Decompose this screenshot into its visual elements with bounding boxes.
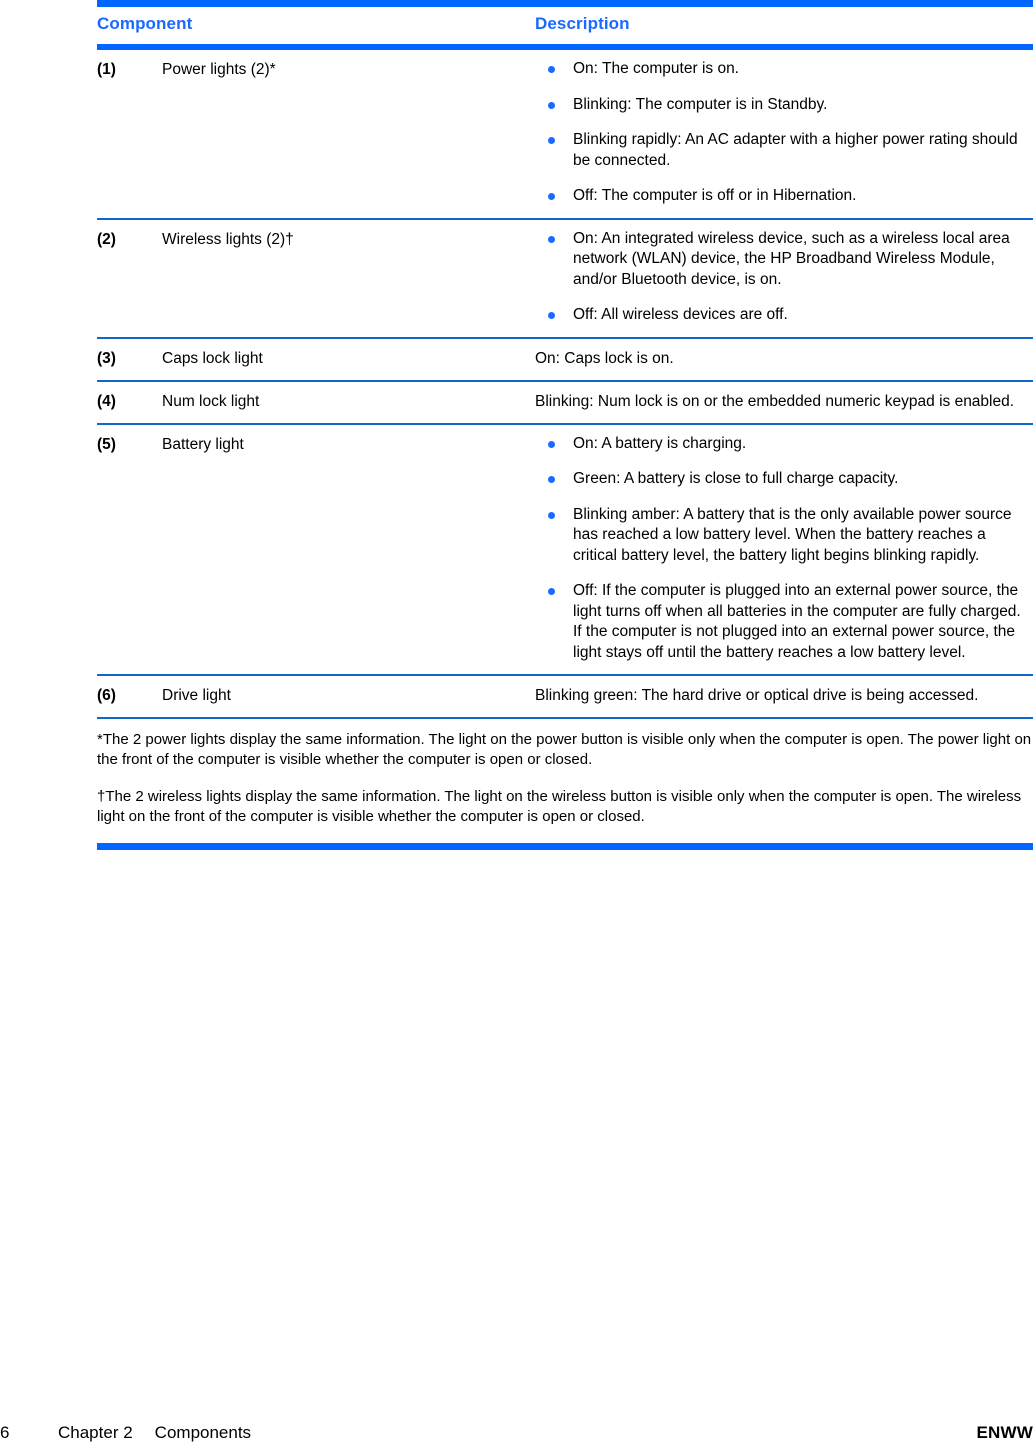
bullet-dot-icon (548, 235, 555, 243)
column-header-component: Component (97, 14, 193, 33)
list-item-text: Off: The computer is off or in Hibernati… (573, 187, 857, 204)
list-item-text: On: An integrated wireless device, such … (573, 229, 1010, 288)
callout-number: (4) (97, 392, 116, 410)
component-label: Power lights (2)* (162, 61, 276, 78)
table-row: (1) Power lights (2)* On: The computer i… (97, 50, 1033, 218)
component-cell: (6) Drive light (97, 685, 535, 706)
list-item: On: A battery is charging. (535, 434, 1033, 455)
page-footer: 6 Chapter 2 Components ENWW (0, 1423, 1033, 1451)
document-page: Component Description (1) Power lights (… (0, 0, 1033, 1451)
list-item-text: Off: If the computer is plugged into an … (573, 582, 1021, 661)
list-item: On: The computer is on. (535, 59, 1033, 80)
list-item: Blinking amber: A battery that is the on… (535, 505, 1033, 567)
list-item: Blinking rapidly: An AC adapter with a h… (535, 130, 1033, 171)
description-cell: Blinking green: The hard drive or optica… (535, 685, 1033, 706)
component-label: Battery light (162, 435, 244, 453)
components-table: Component Description (1) Power lights (… (97, 0, 1033, 850)
list-item-text: Off: All wireless devices are off. (573, 306, 788, 323)
description-text: Blinking: Num lock is on or the embedded… (535, 392, 1015, 410)
description-cell: On: A battery is charging. Green: A batt… (535, 434, 1033, 664)
column-header-description: Description (535, 14, 630, 33)
callout-number: (2) (97, 230, 116, 248)
list-item: On: An integrated wireless device, such … (535, 229, 1033, 291)
description-bullet-list: On: A battery is charging. Green: A batt… (535, 434, 1033, 664)
bullet-dot-icon (548, 312, 555, 319)
description-text: On: Caps lock is on. (535, 349, 674, 367)
list-item-text: Blinking amber: A battery that is the on… (573, 505, 1012, 564)
list-item-text: Green: A battery is close to full charge… (573, 470, 899, 487)
table-row: (2) Wireless lights (2)† On: An integrat… (97, 220, 1033, 337)
footer-section: Components (154, 1423, 252, 1442)
description-cell: On: Caps lock is on. (535, 348, 1033, 369)
list-item: Off: All wireless devices are off. (535, 305, 1033, 326)
footer-locale: ENWW (976, 1423, 1033, 1442)
footnote-wireless-lights: †The 2 wireless lights display the same … (97, 788, 1022, 825)
callout-number: (6) (97, 687, 116, 704)
description-cell: On: The computer is on. Blinking: The co… (535, 59, 1033, 207)
callout-number: (3) (97, 349, 116, 367)
table-row: (4) Num lock light Blinking: Num lock is… (97, 382, 1033, 423)
callout-number: (1) (97, 61, 116, 78)
callout-number: (5) (97, 435, 116, 453)
bullet-dot-icon (548, 476, 555, 483)
bullet-dot-icon (548, 588, 555, 595)
bullet-dot-icon (548, 511, 555, 519)
bullet-dot-icon (548, 66, 555, 73)
list-item-text: On: The computer is on. (573, 60, 739, 77)
table-row: (5) Battery light On: A battery is charg… (97, 425, 1033, 675)
description-bullet-list: On: An integrated wireless device, such … (535, 229, 1033, 326)
description-cell: On: An integrated wireless device, such … (535, 229, 1033, 326)
component-label: Wireless lights (2)† (162, 230, 294, 248)
table-bottom-bar (97, 843, 1033, 850)
component-cell: (2) Wireless lights (2)† (97, 229, 535, 326)
component-label: Drive light (162, 687, 231, 704)
table-header-row: Component Description (97, 7, 1033, 44)
list-item: Blinking: The computer is in Standby. (535, 95, 1033, 116)
list-item-text: Blinking: The computer is in Standby. (573, 95, 828, 113)
description-cell: Blinking: Num lock is on or the embedded… (535, 391, 1033, 412)
bullet-dot-icon (548, 101, 555, 109)
table-footnotes: *The 2 power lights display the same inf… (97, 719, 1033, 843)
list-item-text: On: A battery is charging. (573, 434, 747, 452)
component-label: Num lock light (162, 392, 260, 410)
bullet-dot-icon (548, 137, 555, 144)
table-row: (3) Caps lock light On: Caps lock is on. (97, 339, 1033, 380)
page-number: 6 (0, 1423, 10, 1442)
table-row: (6) Drive light Blinking green: The hard… (97, 676, 1033, 717)
bullet-dot-icon (548, 193, 555, 200)
bullet-dot-icon (548, 440, 555, 448)
footer-left: 6 Chapter 2 Components (0, 1423, 251, 1443)
description-text: Blinking green: The hard drive or optica… (535, 687, 979, 704)
list-item: Off: The computer is off or in Hibernati… (535, 186, 1033, 207)
component-cell: (5) Battery light (97, 434, 535, 664)
list-item: Off: If the computer is plugged into an … (535, 581, 1033, 663)
component-cell: (3) Caps lock light (97, 348, 535, 369)
list-item-text: Blinking rapidly: An AC adapter with a h… (573, 131, 1018, 169)
footnote-power-lights: *The 2 power lights display the same inf… (97, 731, 1032, 768)
component-label: Caps lock light (162, 349, 263, 367)
component-cell: (4) Num lock light (97, 391, 535, 412)
list-item: Green: A battery is close to full charge… (535, 469, 1033, 490)
description-bullet-list: On: The computer is on. Blinking: The co… (535, 59, 1033, 207)
table-top-bar (97, 0, 1033, 7)
component-cell: (1) Power lights (2)* (97, 59, 535, 207)
footer-chapter: Chapter 2 (58, 1423, 133, 1442)
